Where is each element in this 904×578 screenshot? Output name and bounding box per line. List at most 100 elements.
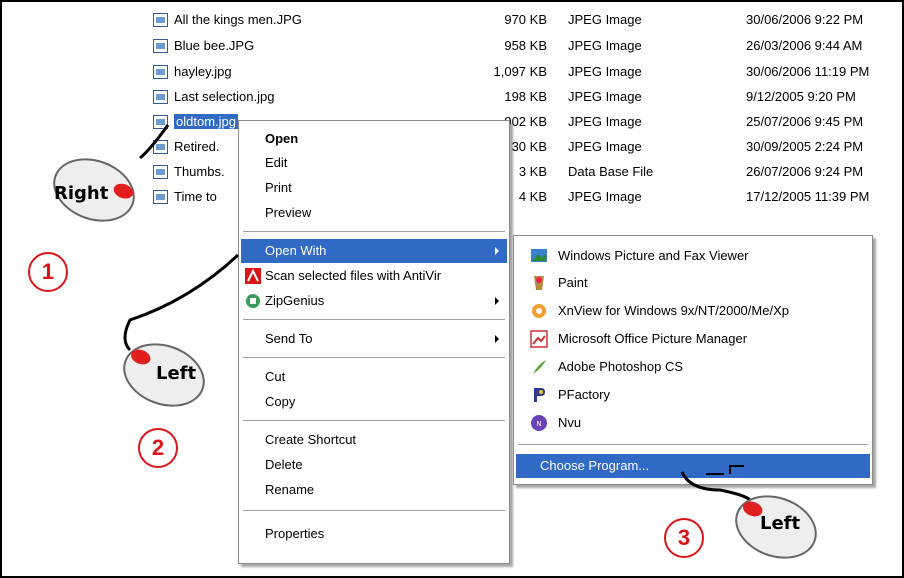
file-name: Thumbs.: [174, 164, 225, 179]
submenu-item-label: Adobe Photoshop CS: [558, 359, 684, 374]
menu-item-photoshop[interactable]: Adobe Photoshop CS: [516, 355, 870, 379]
file-date: 17/12/2005 11:39 PM: [746, 189, 870, 204]
menu-separator: [243, 231, 505, 232]
jpeg-file-icon: [153, 140, 168, 154]
file-type: JPEG Image: [568, 38, 642, 53]
xnview-icon: [532, 304, 546, 318]
menu-item-label: Open: [265, 131, 299, 146]
file-name: All the kings men.JPG: [174, 12, 302, 27]
jpeg-file-icon: [153, 13, 168, 27]
menu-separator: [243, 319, 505, 320]
menu-item-label: Create Shortcut: [265, 432, 357, 447]
database-file-icon: [153, 165, 168, 179]
mouse-left-button: [128, 346, 153, 367]
context-menu: Open Edit Print Preview Open With Scan s…: [238, 120, 510, 564]
menu-item-xnview[interactable]: XnView for Windows 9x/NT/2000/Me/Xp: [516, 299, 870, 323]
menu-item-label: Send To: [265, 331, 313, 346]
step-badge-2: 2: [138, 428, 178, 468]
menu-item-label: Print: [265, 180, 292, 195]
menu-item-label: Preview: [265, 205, 312, 220]
menu-item-windows-picture-viewer[interactable]: Windows Picture and Fax Viewer: [516, 244, 870, 268]
file-type: JPEG Image: [568, 139, 642, 154]
file-name: Retired.: [174, 139, 220, 154]
file-date: 30/09/2005 2:24 PM: [746, 139, 864, 154]
file-name: oldtom.jpg: [174, 114, 238, 129]
picture-manager-icon: [530, 330, 548, 348]
menu-item-label: Delete: [265, 457, 303, 472]
menu-item-label: Edit: [265, 155, 288, 170]
open-with-submenu: Windows Picture and Fax Viewer Paint XnV…: [513, 235, 873, 485]
submenu-item-label: Windows Picture and Fax Viewer: [558, 248, 749, 263]
menu-item-copy[interactable]: Copy: [241, 390, 507, 414]
menu-item-create-shortcut[interactable]: Create Shortcut: [241, 428, 507, 452]
menu-item-delete[interactable]: Delete: [241, 453, 507, 477]
menu-separator: [243, 510, 505, 511]
submenu-item-label: Microsoft Office Picture Manager: [558, 331, 748, 346]
jpeg-file-icon: [153, 190, 168, 204]
svg-text:N: N: [536, 420, 541, 428]
menu-separator: [518, 444, 868, 445]
menu-item-paint[interactable]: Paint: [516, 271, 870, 295]
step-badge-3: 3: [664, 518, 704, 558]
menu-item-nvu[interactable]: N Nvu: [516, 411, 870, 435]
file-name: Blue bee.JPG: [174, 38, 255, 53]
file-size: 970 KB: [504, 12, 547, 27]
file-type: JPEG Image: [568, 114, 642, 129]
mouse-label-left: Left: [156, 363, 197, 384]
menu-item-send-to[interactable]: Send To: [241, 327, 507, 351]
menu-item-open-with[interactable]: Open With: [241, 239, 507, 263]
menu-item-label: Open With: [265, 243, 327, 258]
chevron-right-icon: [495, 297, 499, 305]
submenu-item-label: Choose Program...: [540, 458, 650, 473]
menu-item-office-picture-manager[interactable]: Microsoft Office Picture Manager: [516, 327, 870, 351]
file-date: 25/07/2006 9:45 PM: [746, 114, 864, 129]
submenu-item-label: XnView for Windows 9x/NT/2000/Me/Xp: [558, 303, 789, 318]
file-type: JPEG Image: [568, 89, 642, 104]
menu-item-rename[interactable]: Rename: [241, 478, 507, 502]
file-row[interactable]: All the kings men.JPG 970 KB JPEG Image …: [150, 10, 900, 32]
menu-item-label: Cut: [265, 369, 286, 384]
submenu-item-label: PFactory: [558, 387, 611, 402]
antivir-icon: [245, 268, 261, 284]
file-name: hayley.jpg: [174, 64, 232, 79]
menu-item-choose-program[interactable]: Choose Program...: [516, 454, 870, 478]
menu-item-properties[interactable]: Properties: [241, 522, 507, 546]
menu-item-label: Properties: [265, 526, 325, 541]
file-size: 198 KB: [504, 89, 547, 104]
file-type: JPEG Image: [568, 12, 642, 27]
file-date: 9/12/2005 9:20 PM: [746, 89, 856, 104]
menu-item-cut[interactable]: Cut: [241, 365, 507, 389]
pfactory-icon: [534, 388, 545, 402]
menu-item-print[interactable]: Print: [241, 176, 507, 200]
file-date: 26/03/2006 9:44 AM: [746, 38, 863, 53]
nvu-icon: N: [531, 415, 547, 431]
submenu-item-label: Nvu: [558, 415, 582, 430]
menu-item-edit[interactable]: Edit: [241, 151, 507, 175]
jpeg-file-icon: [153, 39, 168, 53]
jpeg-file-icon: [153, 115, 168, 129]
menu-item-pfactory[interactable]: PFactory: [516, 383, 870, 407]
file-size: 1,097 KB: [493, 64, 548, 79]
file-row[interactable]: Blue bee.JPG 958 KB JPEG Image 26/03/200…: [150, 36, 900, 58]
file-size: 958 KB: [504, 38, 547, 53]
picture-viewer-icon: [531, 249, 547, 262]
file-type: JPEG Image: [568, 64, 642, 79]
menu-item-preview[interactable]: Preview: [241, 201, 507, 225]
mouse-label-left: Left: [760, 513, 801, 534]
menu-separator: [243, 357, 505, 358]
menu-item-label: Scan selected files with AntiVir: [265, 268, 442, 283]
menu-item-zipgenius[interactable]: ZipGenius: [241, 289, 507, 313]
jpeg-file-icon: [153, 65, 168, 79]
chevron-right-icon: [495, 335, 499, 343]
file-name: Last selection.jpg: [174, 89, 275, 104]
menu-item-scan-antivir[interactable]: Scan selected files with AntiVir: [241, 264, 507, 288]
file-type: JPEG Image: [568, 189, 642, 204]
jpeg-file-icon: [153, 90, 168, 104]
file-row[interactable]: Last selection.jpg 198 KB JPEG Image 9/1…: [150, 87, 900, 109]
mouse-label-right: Right: [54, 183, 109, 204]
file-row[interactable]: hayley.jpg 1,097 KB JPEG Image 30/06/200…: [150, 62, 900, 84]
menu-item-open[interactable]: Open: [241, 127, 507, 151]
file-type: Data Base File: [568, 164, 654, 179]
menu-item-label: Rename: [265, 482, 315, 497]
file-date: 30/06/2006 11:19 PM: [746, 64, 870, 79]
